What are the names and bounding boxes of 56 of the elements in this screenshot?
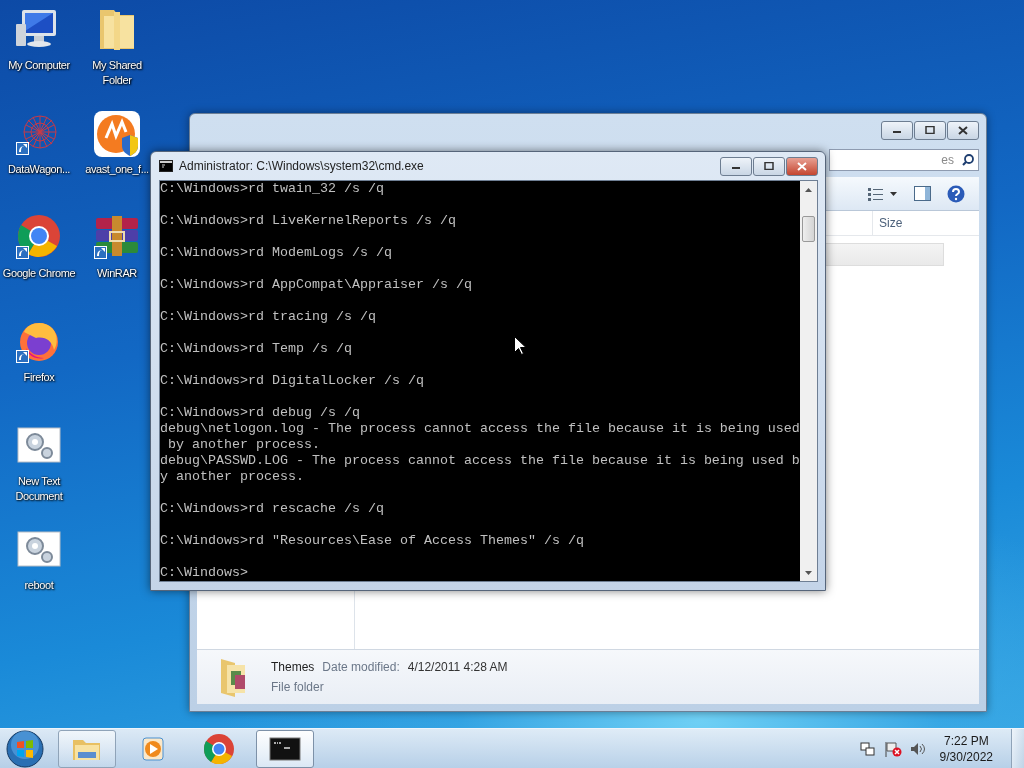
console-icon — [159, 160, 173, 172]
clock-time[interactable]: 7:22 PM — [943, 732, 989, 749]
flag-icon[interactable] — [883, 740, 902, 757]
console-line: debug\netlogon.log - The process cannot access the file because it is being used — [160, 421, 800, 437]
maximize-button[interactable] — [753, 156, 785, 176]
icon-label[interactable]: My Computer — [8, 58, 70, 73]
scroll-thumb[interactable] — [802, 216, 815, 242]
console-line: by another process. — [167, 437, 320, 453]
maximize-icon — [925, 126, 935, 134]
console-line: C:\Windows>rd tracing /s /q — [160, 309, 376, 325]
console-line: C:\Windows>rd rescache /s /q — [160, 501, 384, 517]
scrollbar[interactable] — [800, 181, 817, 581]
console-line: C:\Windows>rd debug /s /q — [160, 405, 360, 421]
console-line: C:\Windows>rd "Resources\Ease of Access Themes" /s /q — [160, 533, 584, 549]
browser-icon — [202, 731, 236, 766]
console-line: C:\Windows>rd ModemLogs /s /q — [160, 245, 392, 261]
mouse-cursor-icon — [514, 336, 526, 355]
icon-label[interactable]: DataWagon... — [7, 162, 71, 177]
window-title: Administrator: C:\Windows\system32\cmd.exe — [179, 159, 424, 173]
console-line: C:\Windows>rd DigitalLocker /s /q — [160, 373, 424, 389]
icon-label[interactable]: reboot — [24, 578, 54, 593]
icon-label[interactable]: New Text Document — [0, 474, 78, 504]
console-line: C:\Windows>rd twain_32 /s /q — [160, 181, 384, 197]
file-name: Themes — [271, 660, 315, 674]
icon-label[interactable]: Firefox — [23, 370, 55, 385]
taskbar-button[interactable] — [256, 729, 314, 768]
console-line: debug\PASSWD.LOG - The process cannot access the file because it is being used b — [160, 453, 800, 469]
preview-pane-icon[interactable] — [914, 186, 931, 201]
console-line: C:\Windows>rd LiveKernelReports /s /q — [160, 213, 456, 229]
column-header[interactable]: Size — [872, 211, 941, 235]
clock-date[interactable]: 9/30/2022 — [939, 748, 993, 765]
network-icon[interactable] — [859, 740, 876, 757]
icon-label[interactable]: Google Chrome — [2, 266, 76, 281]
icon-label[interactable]: My Shared Folder — [78, 58, 156, 88]
close-button[interactable] — [786, 156, 818, 176]
start-button[interactable] — [6, 729, 44, 768]
help-icon[interactable] — [947, 184, 965, 203]
file-type: File folder — [271, 680, 325, 694]
icon-label[interactable]: avast_one_f... — [85, 162, 149, 177]
search-field[interactable]: es — [829, 149, 979, 171]
maximize-icon — [764, 162, 774, 170]
console-line: y another process. — [160, 469, 304, 485]
close-icon — [797, 161, 807, 171]
close-button[interactable] — [947, 120, 979, 140]
maximize-button[interactable] — [914, 120, 946, 140]
search-icon — [962, 154, 974, 166]
icon-label[interactable]: WinRAR — [97, 266, 137, 281]
minimize-button[interactable] — [881, 120, 913, 140]
console-line: C:\Windows>rd Temp /s /q — [160, 341, 352, 357]
minimize-button[interactable] — [720, 156, 752, 176]
date-value: 4/12/2011 4:28 AM — [407, 660, 508, 674]
date-label: Date modified: — [322, 660, 400, 674]
close-icon — [958, 125, 968, 135]
console-line: C:\Windows>rd AppCompat\Appraiser /s /q — [160, 277, 472, 293]
console-line: C:\Windows> — [160, 565, 248, 581]
view-options-icon[interactable] — [868, 186, 898, 201]
